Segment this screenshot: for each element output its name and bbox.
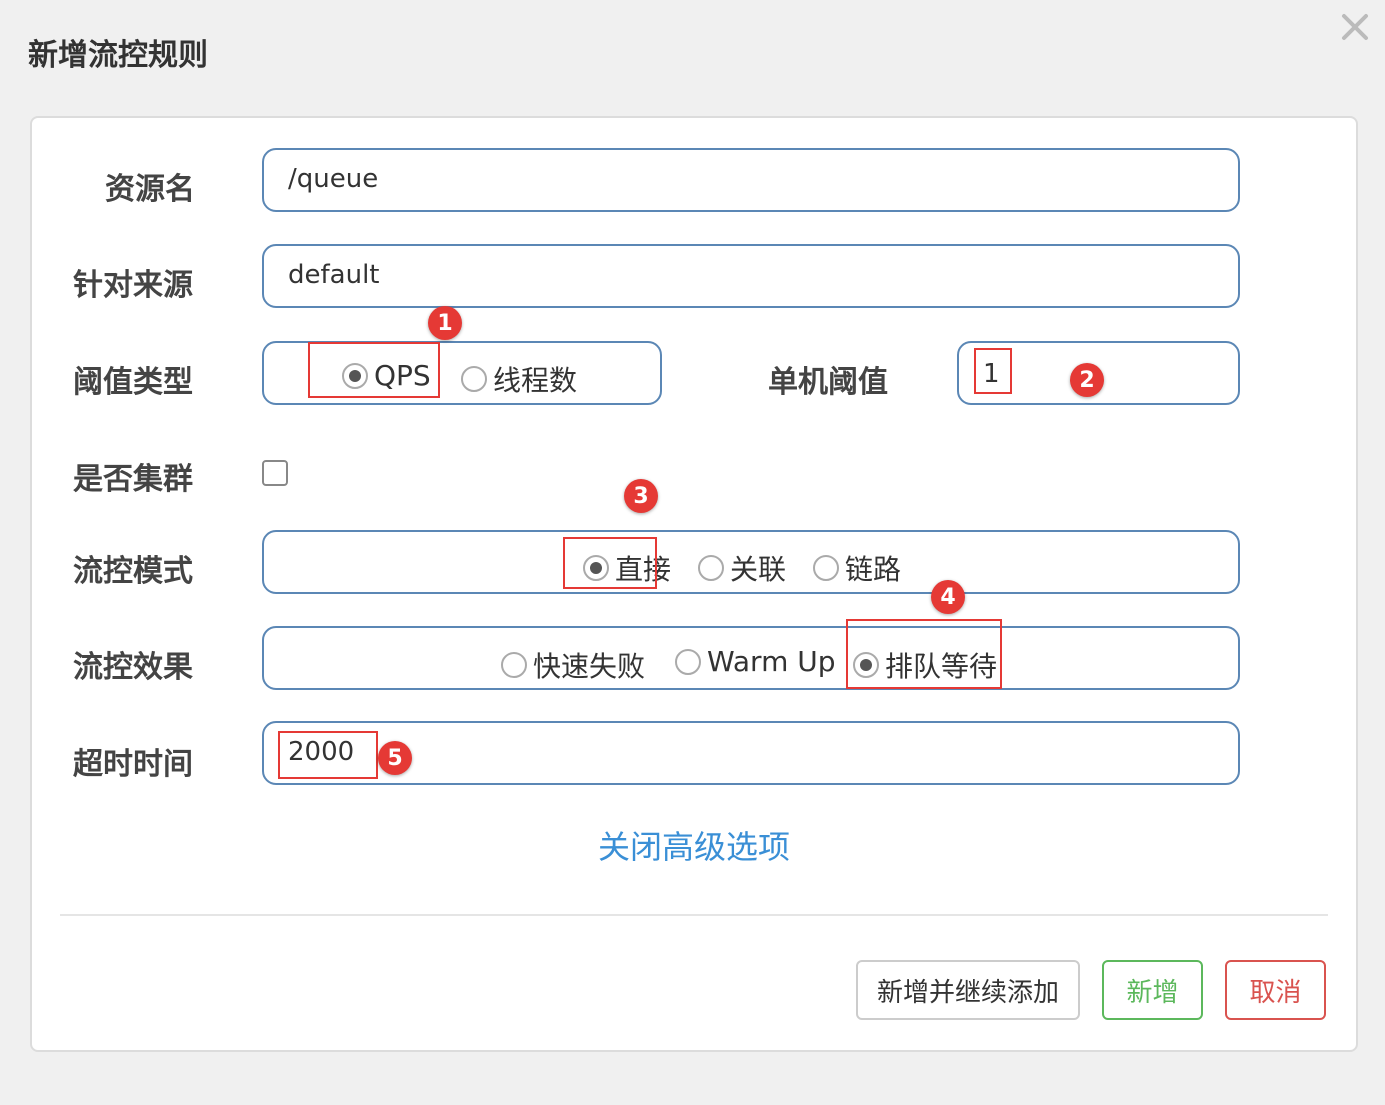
- threshold-type-thread-radio[interactable]: 线程数: [461, 359, 577, 399]
- radio-unchecked-indicator: [813, 555, 839, 581]
- flow-mode-related-radio[interactable]: 关联: [698, 548, 786, 588]
- single-threshold-label: 单机阈值: [768, 365, 888, 400]
- timeout-label: 超时时间: [73, 747, 193, 782]
- annotation-box-4: [846, 619, 1002, 689]
- cluster-checkbox[interactable]: [262, 460, 288, 486]
- threshold-type-thread-label: 线程数: [493, 364, 578, 397]
- source-value: default: [288, 260, 380, 290]
- flow-effect-warm-up-radio[interactable]: Warm Up: [675, 645, 836, 678]
- flow-effect-warm-up-label: Warm Up: [707, 645, 836, 678]
- cancel-button[interactable]: 取消: [1225, 960, 1326, 1020]
- annotation-box-5: [278, 731, 378, 779]
- flow-mode-label: 流控模式: [73, 554, 193, 589]
- resource-value: /queue: [288, 164, 379, 194]
- source-input[interactable]: default: [262, 244, 1240, 308]
- flow-effect-fast-fail-radio[interactable]: 快速失败: [501, 645, 645, 685]
- close-icon[interactable]: [1338, 10, 1372, 44]
- annotation-badge-2: 2: [1070, 363, 1104, 397]
- radio-unchecked-indicator: [461, 366, 487, 392]
- add-button[interactable]: 新增: [1102, 960, 1203, 1020]
- radio-unchecked-indicator: [501, 652, 527, 678]
- annotation-badge-4: 4: [931, 580, 965, 614]
- annotation-box-3: [563, 537, 657, 589]
- add-and-continue-button[interactable]: 新增并继续添加: [856, 960, 1080, 1020]
- cluster-label: 是否集群: [73, 462, 193, 497]
- annotation-badge-3: 3: [624, 479, 658, 513]
- source-label: 针对来源: [73, 268, 193, 303]
- dialog-title: 新增流控规则: [28, 38, 208, 73]
- radio-unchecked-indicator: [675, 648, 701, 675]
- flow-mode-chain-radio[interactable]: 链路: [813, 548, 901, 588]
- annotation-badge-1: 1: [428, 306, 462, 340]
- annotation-box-1: [308, 342, 440, 398]
- close-advanced-options-link[interactable]: 关闭高级选项: [598, 822, 790, 868]
- flow-effect-label: 流控效果: [73, 650, 193, 685]
- radio-unchecked-indicator: [698, 555, 724, 581]
- flow-rule-dialog: 新增流控规则 资源名 /queue 针对来源 default 阈值类型 QPS …: [0, 0, 1385, 1105]
- flow-mode-chain-label: 链路: [845, 553, 902, 586]
- resource-input[interactable]: /queue: [262, 148, 1240, 212]
- resource-label: 资源名: [105, 172, 195, 207]
- threshold-type-label: 阈值类型: [73, 365, 193, 400]
- annotation-box-2: [974, 348, 1012, 394]
- flow-mode-related-label: 关联: [730, 553, 787, 586]
- annotation-badge-5: 5: [378, 741, 412, 775]
- flow-effect-fast-fail-label: 快速失败: [533, 650, 646, 683]
- footer-divider: [60, 914, 1328, 916]
